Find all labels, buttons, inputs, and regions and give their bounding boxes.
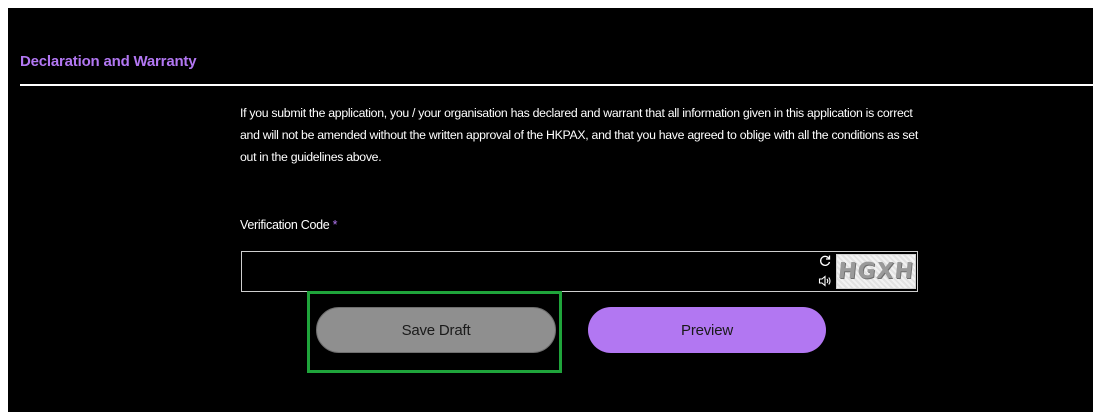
captcha-image: HGXH — [836, 254, 916, 289]
save-draft-button[interactable]: Save Draft — [316, 307, 556, 353]
verification-code-label: Verification Code * — [240, 218, 337, 232]
section-divider — [20, 84, 1093, 86]
verification-code-label-text: Verification Code — [240, 218, 330, 232]
preview-button[interactable]: Preview — [588, 307, 826, 353]
verification-code-field: HGXH — [241, 251, 918, 292]
speaker-icon[interactable] — [818, 274, 832, 288]
declaration-text: If you submit the application, you / you… — [240, 106, 918, 164]
section-title: Declaration and Warranty — [20, 53, 197, 70]
captcha-controls — [818, 254, 832, 290]
verification-code-input[interactable] — [242, 252, 812, 291]
required-marker: * — [332, 218, 338, 232]
refresh-icon[interactable] — [818, 254, 832, 268]
captcha-text: HGXH — [836, 259, 916, 284]
